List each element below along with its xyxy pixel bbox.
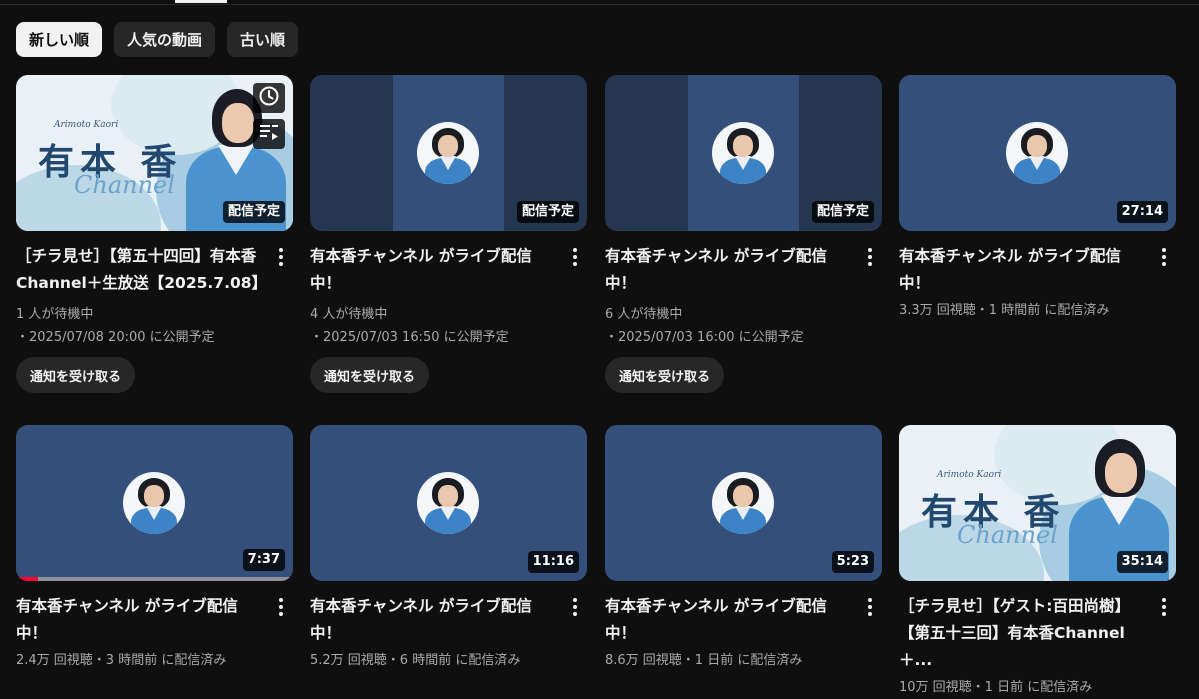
video-title[interactable]: 有本香チャンネル がライブ配信中！: [310, 593, 557, 647]
upcoming-badge: 配信予定: [222, 201, 285, 223]
video-card[interactable]: 5:23 有本香チャンネル がライブ配信中！ 8.6万 回視聴・1 日前 に配信…: [605, 425, 882, 672]
more-actions-button[interactable]: [567, 598, 583, 616]
video-thumbnail[interactable]: Arimoto Kaori 有本 香 Channel 35:14: [899, 425, 1176, 581]
video-thumbnail[interactable]: 7:37: [16, 425, 293, 581]
video-card[interactable]: 27:14 有本香チャンネル がライブ配信中！ 3.3万 回視聴・1 時間前 に…: [899, 75, 1176, 322]
scheduled-time: ・2025/07/08 20:00 に公開予定: [16, 330, 215, 345]
video-thumbnail[interactable]: 配信予定: [310, 75, 587, 231]
video-stats: 3.3万 回視聴・1 時間前 に配信済み: [899, 303, 1110, 318]
more-actions-button[interactable]: [862, 248, 878, 266]
artwork-subtitle: Arimoto Kaori: [54, 120, 119, 130]
more-actions-button[interactable]: [273, 598, 289, 616]
video-stats: 10万 回視聴・1 日前 に配信済み: [899, 680, 1093, 695]
active-tab-underline: [175, 0, 227, 3]
channel-avatar: [417, 122, 479, 184]
upcoming-badge: 配信予定: [811, 201, 874, 223]
video-title[interactable]: 有本香チャンネル がライブ配信中！: [310, 243, 557, 297]
video-thumbnail[interactable]: 配信予定: [605, 75, 882, 231]
artwork-subtitle: Arimoto Kaori: [937, 470, 1002, 480]
scheduled-time: ・2025/07/03 16:50 に公開予定: [310, 330, 509, 345]
video-title[interactable]: ［チラ見せ］【第五十四回】有本香Channel＋生放送【2025.7.08】: [16, 243, 267, 297]
video-card[interactable]: Arimoto Kaori 有本 香 Channel 配信予定 ［チラ見せ］【第…: [16, 75, 293, 393]
add-to-queue-button[interactable]: [253, 119, 285, 149]
video-card[interactable]: 7:37 有本香チャンネル がライブ配信中！ 2.4万 回視聴・3 時間前 に配…: [16, 425, 293, 672]
duration-badge: 35:14: [1116, 551, 1168, 573]
video-title[interactable]: 有本香チャンネル がライブ配信中！: [899, 243, 1146, 297]
video-stats: 8.6万 回視聴・1 日前 に配信済み: [605, 653, 803, 668]
more-actions-button[interactable]: [862, 598, 878, 616]
sort-chips: 新しい順 人気の動画 古い順: [16, 22, 299, 57]
video-card[interactable]: 11:16 有本香チャンネル がライブ配信中！ 5.2万 回視聴・6 時間前 に…: [310, 425, 587, 672]
more-actions-button[interactable]: [567, 248, 583, 266]
video-card[interactable]: Arimoto Kaori 有本 香 Channel 35:14 ［チラ見せ］【…: [899, 425, 1176, 699]
channel-avatar: [1006, 122, 1068, 184]
video-thumbnail[interactable]: 5:23: [605, 425, 882, 581]
artwork-script: Channel: [74, 171, 175, 199]
clock-icon: [258, 85, 280, 111]
video-stats: 5.2万 回視聴・6 時間前 に配信済み: [310, 653, 521, 668]
queue-icon: [258, 122, 280, 146]
more-actions-button[interactable]: [1156, 598, 1172, 616]
video-title[interactable]: 有本香チャンネル がライブ配信中！: [605, 593, 852, 647]
video-stats: 2.4万 回視聴・3 時間前 に配信済み: [16, 653, 227, 668]
tab-bar: [0, 0, 1199, 5]
artwork-script: Channel: [957, 521, 1058, 549]
more-actions-button[interactable]: [273, 248, 289, 266]
watch-later-button[interactable]: [253, 83, 285, 113]
chip-popular[interactable]: 人気の動画: [114, 22, 216, 57]
scheduled-time: ・2025/07/03 16:00 に公開予定: [605, 330, 804, 345]
waiting-count: 6 人が待機中: [605, 307, 683, 322]
channel-avatar: [712, 122, 774, 184]
waiting-count: 4 人が待機中: [310, 307, 388, 322]
chip-oldest[interactable]: 古い順: [227, 22, 299, 57]
waiting-count: 1 人が待機中: [16, 307, 94, 322]
duration-badge: 27:14: [1116, 201, 1168, 223]
duration-badge: 5:23: [831, 551, 874, 573]
notify-button[interactable]: 通知を受け取る: [16, 357, 136, 393]
video-card[interactable]: 配信予定 有本香チャンネル がライブ配信中！ 6 人が待機中 ・2025/07/…: [605, 75, 882, 393]
video-card[interactable]: 配信予定 有本香チャンネル がライブ配信中！ 4 人が待機中 ・2025/07/…: [310, 75, 587, 393]
chip-newest[interactable]: 新しい順: [16, 22, 103, 57]
duration-badge: 11:16: [527, 551, 579, 573]
video-thumbnail[interactable]: 27:14: [899, 75, 1176, 231]
duration-badge: 7:37: [242, 549, 285, 571]
channel-avatar: [712, 472, 774, 534]
more-actions-button[interactable]: [1156, 248, 1172, 266]
video-thumbnail[interactable]: 11:16: [310, 425, 587, 581]
upcoming-badge: 配信予定: [516, 201, 579, 223]
notify-button[interactable]: 通知を受け取る: [310, 357, 430, 393]
notify-button[interactable]: 通知を受け取る: [605, 357, 725, 393]
video-title[interactable]: 有本香チャンネル がライブ配信中！: [605, 243, 852, 297]
video-title[interactable]: ［チラ見せ］【ゲスト:百田尚樹】【第五十三回】有本香Channel＋...: [899, 593, 1146, 674]
video-thumbnail[interactable]: Arimoto Kaori 有本 香 Channel 配信予定: [16, 75, 293, 231]
video-title[interactable]: 有本香チャンネル がライブ配信中！: [16, 593, 263, 647]
watch-progress-fill: [16, 577, 39, 581]
watch-progress-bar: [16, 577, 293, 581]
channel-avatar: [123, 472, 185, 534]
channel-avatar: [417, 472, 479, 534]
